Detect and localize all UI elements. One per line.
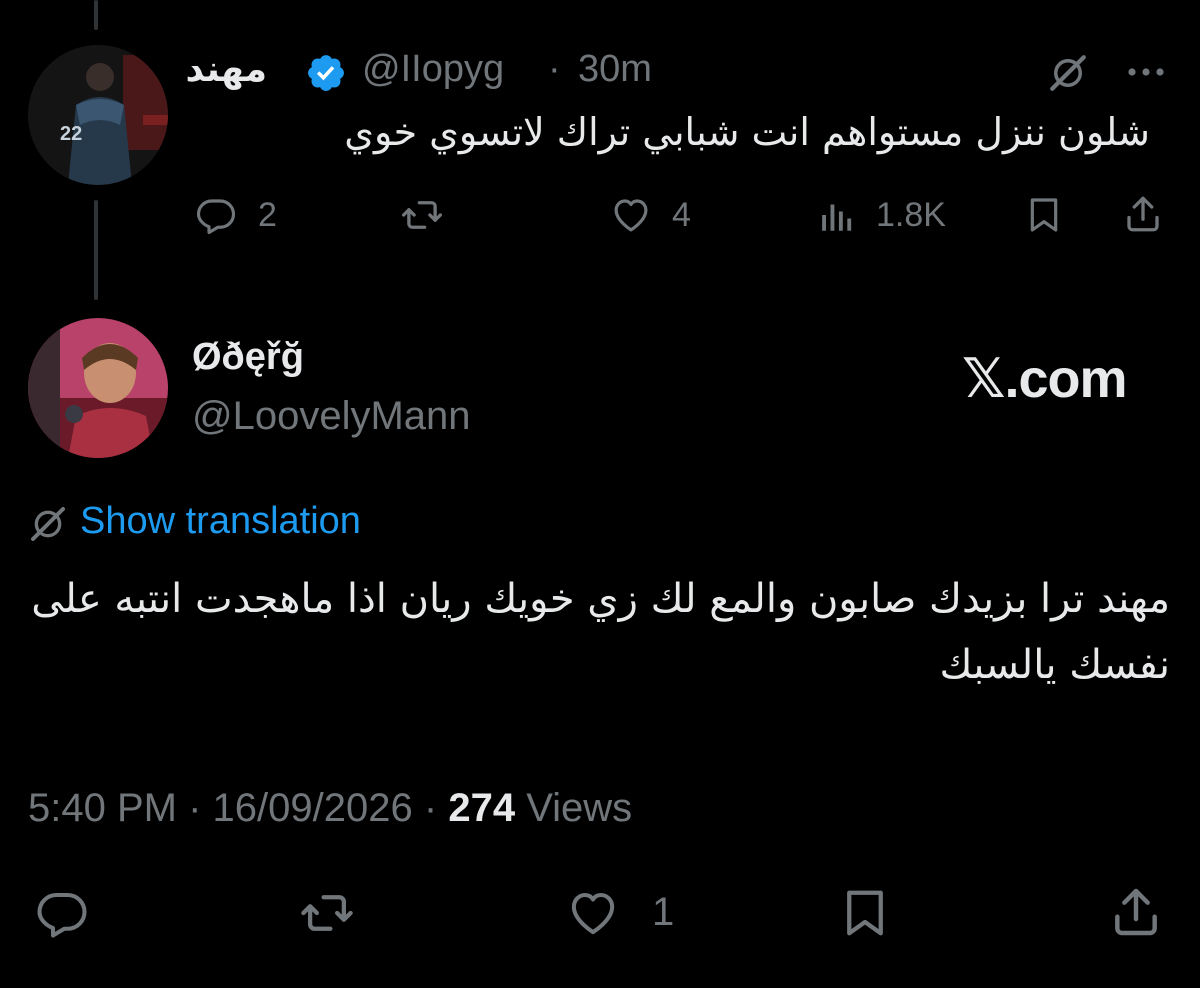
- meta-separator: ·: [423, 786, 438, 830]
- retweet-icon[interactable]: [398, 194, 446, 236]
- parent-avatar[interactable]: 22: [28, 45, 168, 185]
- thread-line-middle: [94, 200, 98, 300]
- retweet-icon[interactable]: [296, 886, 358, 940]
- parent-author-name[interactable]: مهند: [185, 48, 267, 90]
- reply-icon[interactable]: [194, 194, 238, 236]
- parent-handle[interactable]: @IIopyg: [362, 48, 504, 91]
- parent-like-count: 4: [672, 196, 691, 234]
- like-icon[interactable]: [564, 886, 622, 940]
- reply-tweet-text: مهند ترا بزيدك صابون والمع لك زي خويك ري…: [31, 576, 1170, 688]
- parent-tweet-text: شلون ننزل مستواهم انت شبابي تراك لاتسوي …: [344, 110, 1150, 154]
- reply-like-count: 1: [652, 890, 675, 934]
- tweet-meta: 5:40 PM · 16/09/2026 · 274 Views: [28, 786, 632, 831]
- tweet-date[interactable]: 16/09/2026: [213, 786, 413, 830]
- bookmark-icon[interactable]: [1024, 194, 1064, 236]
- parent-reply-count: 2: [258, 196, 277, 234]
- parent-time[interactable]: 30m: [578, 48, 652, 91]
- thread-line-top: [94, 0, 98, 30]
- reply-avatar[interactable]: [28, 318, 168, 458]
- bookmark-icon[interactable]: [838, 884, 892, 942]
- translate-icon[interactable]: [28, 504, 68, 544]
- views-label[interactable]: Views: [526, 786, 632, 830]
- like-icon[interactable]: [608, 194, 654, 236]
- parent-views-count: 1.8K: [876, 196, 946, 234]
- more-icon[interactable]: [1124, 52, 1168, 92]
- reply-handle[interactable]: @LoovelyMann: [192, 394, 471, 439]
- meta-separator: ·: [188, 786, 202, 830]
- grok-icon[interactable]: [1047, 52, 1089, 94]
- parent-separator: ·: [548, 48, 561, 90]
- views-icon[interactable]: [814, 194, 860, 236]
- show-translation-link[interactable]: Show translation: [80, 500, 361, 543]
- reply-icon[interactable]: [34, 886, 90, 940]
- svg-text:22: 22: [60, 123, 82, 145]
- x-watermark: 𝕏.com: [962, 349, 1128, 409]
- share-icon[interactable]: [1122, 192, 1164, 236]
- share-icon[interactable]: [1108, 882, 1164, 942]
- verified-badge-icon: [305, 52, 347, 94]
- tweet-time[interactable]: 5:40 PM: [28, 786, 177, 830]
- reply-author-name[interactable]: Øðęřğ: [192, 336, 304, 379]
- views-count[interactable]: 274: [448, 786, 515, 830]
